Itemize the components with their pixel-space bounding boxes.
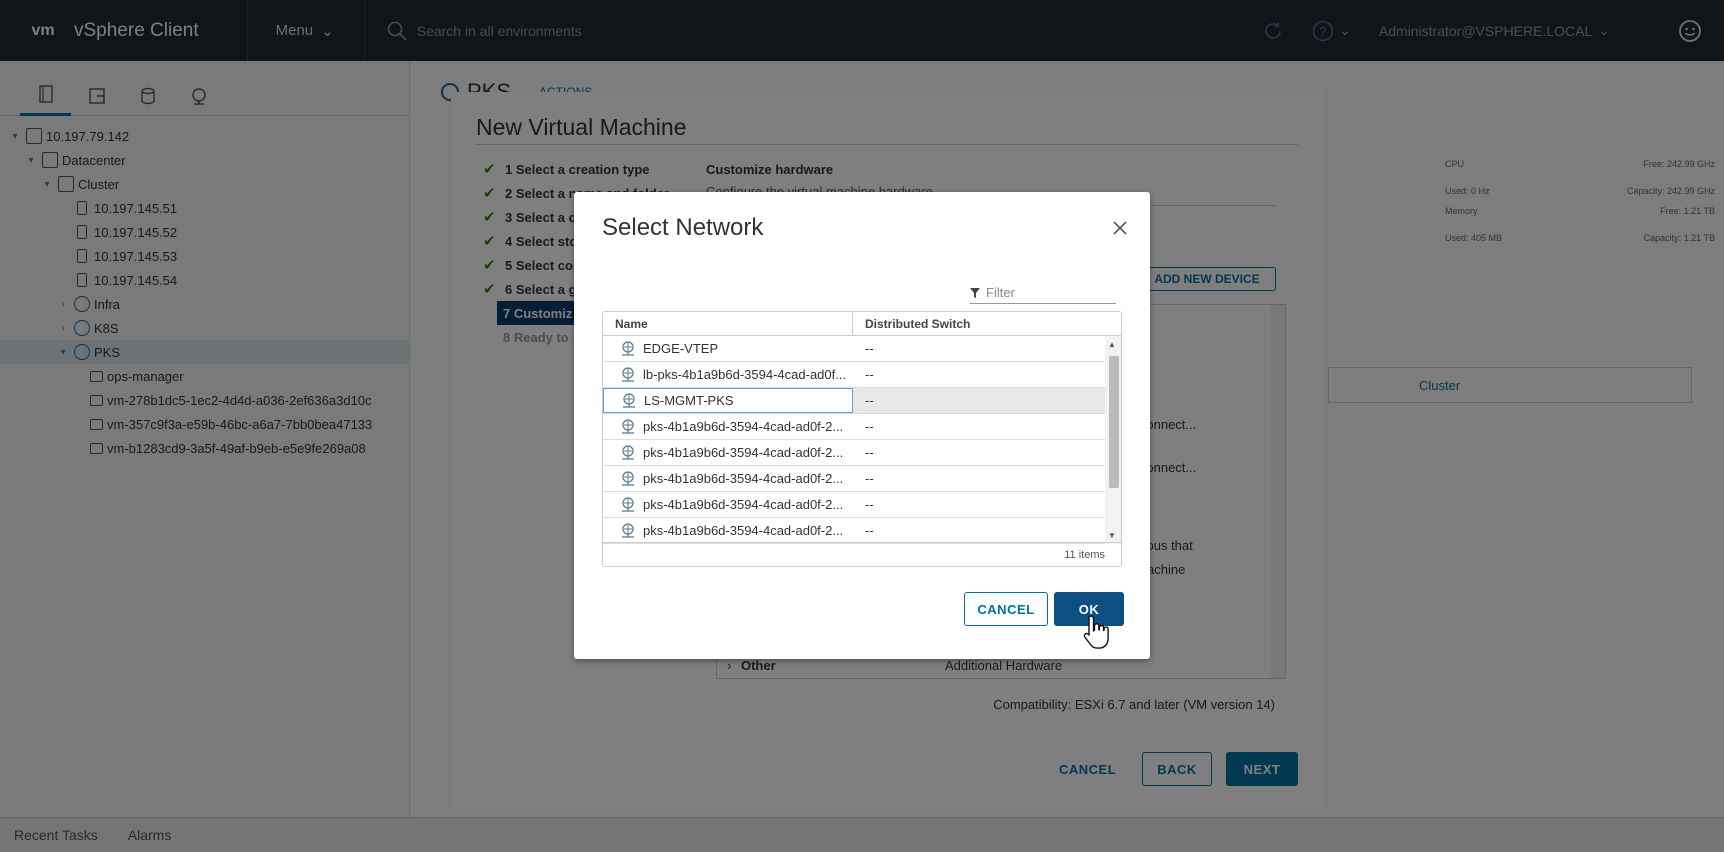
network-icon [622,366,634,382]
network-name-cell: pks-4b1a9b6d-3594-4cad-ad0f-2... [603,518,853,543]
network-name: pks-4b1a9b6d-3594-4cad-ad0f-2... [643,497,844,512]
network-name: LS-MGMT-PKS [644,393,734,408]
scroll-thumb[interactable] [1109,356,1119,488]
network-name: pks-4b1a9b6d-3594-4cad-ad0f-2... [643,523,844,538]
distributed-switch-cell: -- [865,497,874,512]
network-name-cell: lb-pks-4b1a9b6d-3594-4cad-ad0f... [603,362,853,387]
network-row[interactable]: pks-4b1a9b6d-3594-4cad-ad0f-2... -- [603,440,1105,466]
network-name: EDGE-VTEP [643,341,719,356]
filter-field[interactable]: Filter [970,282,1116,304]
distributed-switch-cell: -- [865,445,874,460]
network-icon [622,418,634,434]
filter-input[interactable]: Filter [986,285,1015,300]
grid-scrollbar[interactable]: ▲ ▼ [1105,336,1121,544]
distributed-switch-cell: -- [865,419,874,434]
dialog-title: Select Network [602,214,764,241]
network-name-cell: LS-MGMT-PKS [603,388,853,413]
network-icon [622,470,634,486]
grid-header: Name Distributed Switch [603,312,1121,336]
cancel-label: CANCEL [977,601,1035,617]
network-name-cell: pks-4b1a9b6d-3594-4cad-ad0f-2... [603,466,853,491]
network-name-cell: EDGE-VTEP [603,336,853,361]
grid-body: EDGE-VTEP -- lb-pks-4b1a9b6d-3594-4cad-ad0… [603,336,1105,544]
network-icon [622,340,634,356]
network-icon [623,392,635,408]
distributed-switch-cell: -- [865,471,874,486]
column-header-name[interactable]: Name [603,312,853,335]
filter-icon [970,287,980,298]
network-row[interactable]: pks-4b1a9b6d-3594-4cad-ad0f-2... -- [603,492,1105,518]
network-grid: Name Distributed Switch EDGE-VTEP -- lb-pk… [602,311,1122,567]
network-row[interactable]: pks-4b1a9b6d-3594-4cad-ad0f-2... -- [603,518,1105,544]
distributed-switch-cell: -- [865,393,874,408]
network-row[interactable]: lb-pks-4b1a9b6d-3594-4cad-ad0f... -- [603,362,1105,388]
column-header-distributed-switch[interactable]: Distributed Switch [853,312,1121,335]
network-name-cell: pks-4b1a9b6d-3594-4cad-ad0f-2... [603,492,853,517]
network-row[interactable]: LS-MGMT-PKS -- [603,388,1105,414]
network-row[interactable]: pks-4b1a9b6d-3594-4cad-ad0f-2... -- [603,414,1105,440]
network-icon [622,444,634,460]
scroll-up-icon[interactable]: ▲ [1108,340,1116,349]
network-name: pks-4b1a9b6d-3594-4cad-ad0f-2... [643,419,844,434]
network-name-cell: pks-4b1a9b6d-3594-4cad-ad0f-2... [603,440,853,465]
close-icon[interactable] [1112,217,1128,241]
network-name: lb-pks-4b1a9b6d-3594-4cad-ad0f... [643,367,847,382]
hand-cursor-icon [1083,615,1109,649]
distributed-switch-cell: -- [865,523,874,538]
network-row[interactable]: pks-4b1a9b6d-3594-4cad-ad0f-2... -- [603,466,1105,492]
cancel-button[interactable]: CANCEL [964,592,1048,626]
distributed-switch-cell: -- [865,341,874,356]
scroll-down-icon[interactable]: ▼ [1108,531,1116,540]
distributed-switch-cell: -- [865,367,874,382]
select-network-dialog: Select Network Filter Name Distributed S… [574,192,1150,659]
network-icon [622,522,634,538]
network-name: pks-4b1a9b6d-3594-4cad-ad0f-2... [643,471,844,486]
network-row[interactable]: EDGE-VTEP -- [603,336,1105,362]
network-name: pks-4b1a9b6d-3594-4cad-ad0f-2... [643,445,844,460]
network-name-cell: pks-4b1a9b6d-3594-4cad-ad0f-2... [603,414,853,439]
grid-footer: 11 items [603,542,1121,566]
network-icon [622,496,634,512]
item-count: 11 items [1064,548,1105,561]
